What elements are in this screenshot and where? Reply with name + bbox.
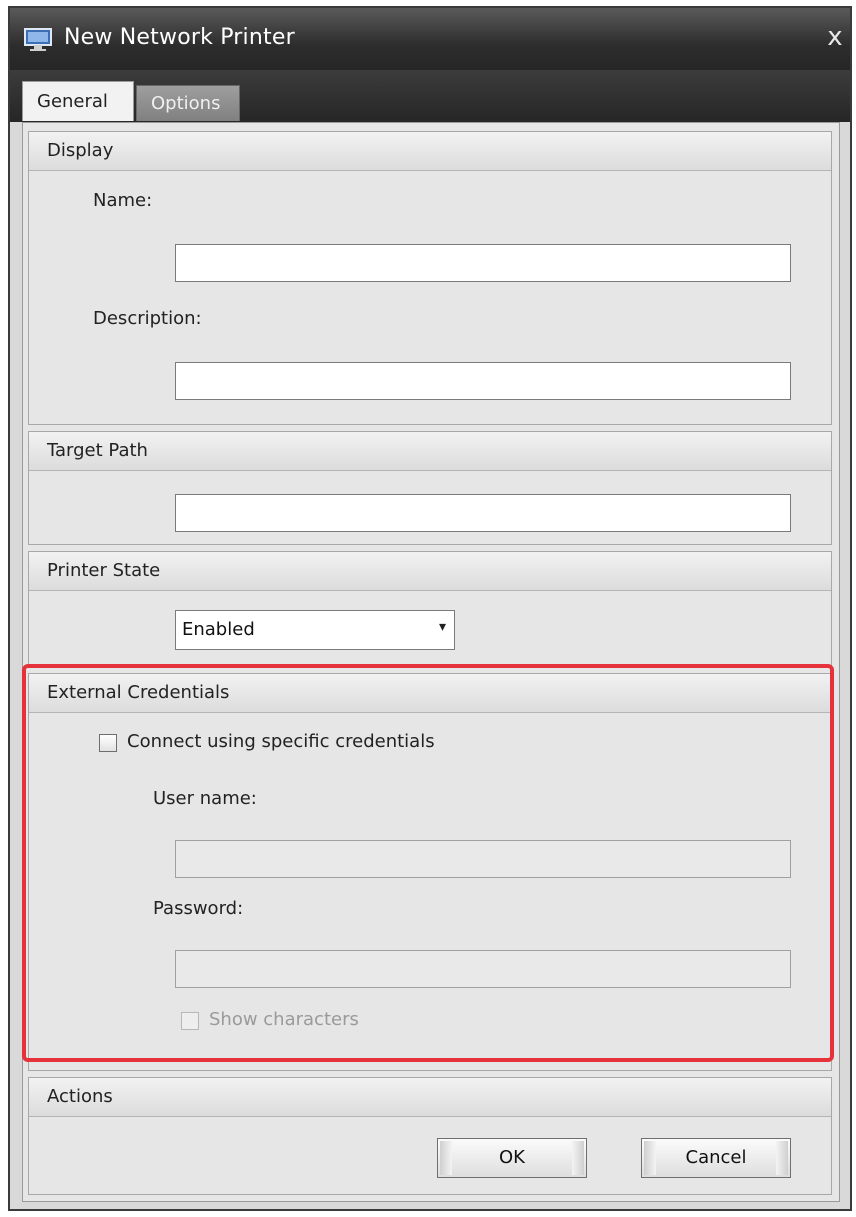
show-characters-checkbox[interactable] (181, 1012, 199, 1030)
cancel-button[interactable]: Cancel (641, 1138, 791, 1178)
username-label: User name: (153, 788, 257, 809)
description-label: Description: (93, 308, 202, 329)
printer-state-select[interactable]: Enabled ▾ (175, 610, 455, 650)
external-credentials-section-header: External Credentials (29, 674, 831, 713)
name-label: Name: (93, 190, 153, 211)
target-path-field[interactable] (175, 494, 791, 532)
window-title: New Network Printer (64, 25, 295, 50)
username-input[interactable] (176, 841, 790, 877)
display-section: Display Name: Description: (28, 131, 832, 425)
external-credentials-section: External Credentials Connect using speci… (28, 673, 832, 1071)
password-field[interactable] (175, 950, 791, 988)
username-field[interactable] (175, 840, 791, 878)
ok-button[interactable]: OK (437, 1138, 587, 1178)
printer-state-section: Printer State Enabled ▾ (28, 551, 832, 667)
actions-section: Actions OK Cancel (28, 1077, 832, 1195)
name-input[interactable] (176, 245, 790, 281)
target-path-section: Target Path (28, 431, 832, 545)
tab-general[interactable]: General (22, 81, 134, 121)
tab-options[interactable]: Options (136, 85, 240, 121)
target-path-input[interactable] (176, 495, 790, 531)
password-input[interactable] (176, 951, 790, 987)
connect-credentials-checkbox[interactable] (99, 734, 117, 752)
printer-state-section-header: Printer State (29, 552, 831, 591)
printer-state-value: Enabled (182, 619, 255, 640)
actions-section-header: Actions (29, 1078, 831, 1117)
chevron-down-icon[interactable]: ▾ (439, 619, 446, 635)
tab-strip: General Options (10, 70, 850, 122)
description-field[interactable] (175, 362, 791, 400)
title-bar[interactable]: New Network Printer x (10, 8, 850, 70)
name-field[interactable] (175, 244, 791, 282)
password-label: Password: (153, 898, 244, 919)
description-input[interactable] (176, 363, 790, 399)
ok-button-label: OK (499, 1147, 525, 1168)
show-characters-label[interactable]: Show characters (209, 1009, 359, 1030)
monitor-printer-icon (24, 28, 52, 51)
target-path-section-header: Target Path (29, 432, 831, 471)
display-section-header: Display (29, 132, 831, 171)
connect-credentials-label[interactable]: Connect using specific credentials (127, 731, 435, 752)
cancel-button-label: Cancel (685, 1147, 747, 1168)
tab-content: Display Name: Description: Target Path P… (22, 122, 840, 1202)
close-icon[interactable]: x (822, 22, 848, 52)
dialog-window: New Network Printer x General Options Di… (8, 6, 852, 1211)
